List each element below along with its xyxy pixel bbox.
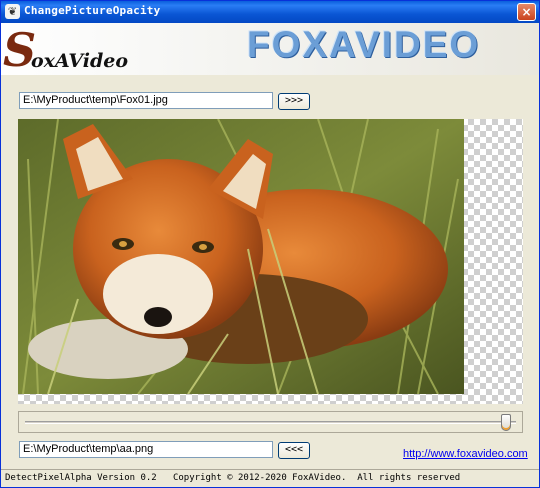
source-path-input[interactable]: E:\MyProduct\temp\Fox01.jpg: [19, 92, 273, 109]
save-image-button[interactable]: <<<: [278, 442, 310, 459]
output-path-input[interactable]: E:\MyProduct\temp\aa.png: [19, 441, 273, 458]
fox-photo: [18, 119, 464, 394]
brand-logo: FOXAVIDEO: [247, 24, 481, 65]
title-bar[interactable]: ❦ ChangePictureOpacity ×: [1, 1, 539, 23]
status-bar: DetectPixelAlpha Version 0.2 Copyright ©…: [1, 469, 539, 487]
load-image-button[interactable]: >>>: [278, 93, 310, 110]
window-title: ChangePictureOpacity: [24, 4, 161, 17]
close-button[interactable]: ×: [517, 3, 536, 21]
opacity-slider[interactable]: [18, 411, 523, 433]
main-window: ❦ ChangePictureOpacity × S oxAVideo FOXA…: [0, 0, 540, 488]
slider-track: [25, 421, 516, 424]
image-preview: [18, 119, 523, 404]
slider-thumb[interactable]: [501, 414, 512, 431]
logo-text: oxAVideo: [31, 50, 129, 72]
website-link[interactable]: http://www.foxavideo.com: [403, 448, 528, 460]
banner: S oxAVideo FOXAVIDEO: [1, 23, 539, 77]
app-icon: ❦: [5, 4, 20, 19]
